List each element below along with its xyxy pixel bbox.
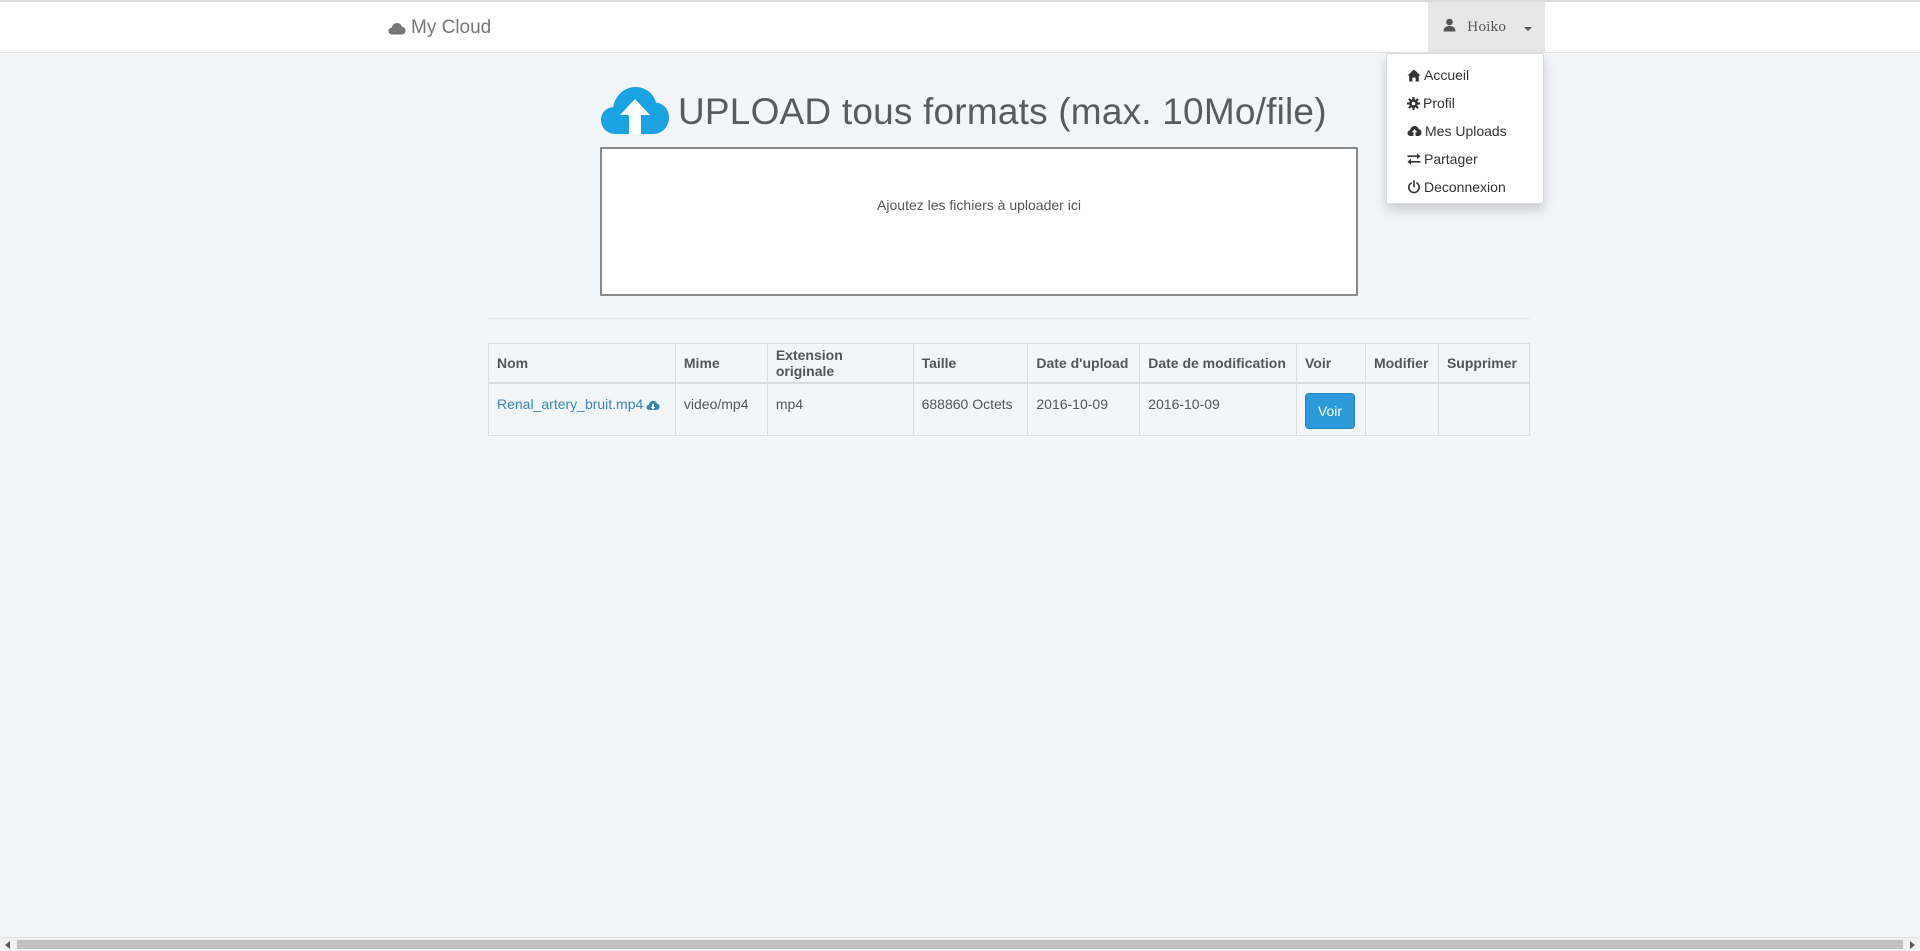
gear-icon [1407, 96, 1420, 110]
top-navbar: My Cloud Hoiko [0, 0, 1920, 53]
menu-item-partager[interactable]: Partager [1387, 145, 1543, 173]
scroll-left-arrow-icon[interactable] [5, 941, 10, 949]
menu-item-mes-uploads[interactable]: Mes Uploads [1387, 117, 1543, 145]
user-menu-toggle[interactable]: Hoiko [1428, 2, 1545, 53]
cell-delete [1437, 382, 1531, 436]
cloud-download-icon[interactable] [646, 398, 660, 414]
cell-view: Voir [1295, 382, 1366, 436]
column-header-date-modification: Date de modification [1139, 343, 1297, 384]
table-header-row: Nom Mime Extension originale Taille Date… [488, 343, 1531, 384]
cell-name: Renal_artery_bruit.mp4 [488, 382, 676, 436]
user-name: Hoiko [1467, 20, 1507, 35]
scrollbar-thumb[interactable] [17, 940, 1903, 949]
files-table: Nom Mime Extension originale Taille Date… [488, 343, 1531, 436]
file-name-link[interactable]: Renal_artery_bruit.mp4 [497, 396, 643, 412]
user-dropdown-menu: Accueil Profil Mes Uploads Partager Deco… [1386, 53, 1544, 204]
cell-extension: mp4 [766, 382, 914, 436]
column-header-supprimer: Supprimer [1437, 343, 1531, 384]
home-icon [1407, 69, 1421, 82]
upload-title: UPLOAD tous formats (max. 10Mo/file) [678, 91, 1327, 132]
menu-item-label: Mes Uploads [1425, 123, 1507, 139]
cell-size: 688860 Octets [912, 382, 1029, 436]
menu-item-accueil[interactable]: Accueil [1387, 61, 1543, 89]
brand-link[interactable]: My Cloud [388, 16, 491, 40]
menu-item-deconnexion[interactable]: Deconnexion [1387, 173, 1543, 201]
section-divider [488, 318, 1530, 319]
horizontal-scrollbar[interactable] [0, 937, 1920, 951]
column-header-voir: Voir [1295, 343, 1366, 384]
cloud-icon [388, 22, 406, 35]
cell-mime: video/mp4 [674, 382, 768, 436]
user-icon [1443, 18, 1456, 37]
menu-item-label: Profil [1423, 95, 1455, 111]
column-header-nom: Nom [488, 343, 676, 384]
column-header-date-upload: Date d'upload [1027, 343, 1141, 384]
scroll-right-arrow-icon[interactable] [1910, 941, 1915, 949]
power-icon [1407, 180, 1421, 194]
cloud-upload-icon [1407, 125, 1422, 137]
table-row: Renal_artery_bruit.mp4 video/mp4 mp4 688… [488, 382, 1531, 436]
menu-item-label: Deconnexion [1424, 179, 1506, 195]
column-header-extension: Extension originale [766, 343, 914, 384]
column-header-mime: Mime [674, 343, 768, 384]
cloud-upload-icon [600, 85, 670, 140]
caret-down-icon [1524, 26, 1533, 31]
cell-upload-date: 2016-10-09 [1027, 382, 1141, 436]
brand-label: My Cloud [411, 17, 492, 38]
cell-edit [1364, 382, 1439, 436]
column-header-modifier: Modifier [1364, 343, 1439, 384]
dropzone-message: Ajoutez les fichiers à uploader ici [877, 197, 1081, 213]
view-button[interactable]: Voir [1304, 392, 1355, 429]
menu-item-label: Partager [1424, 151, 1478, 167]
upload-heading: UPLOAD tous formats (max. 10Mo/file) [600, 84, 1327, 140]
transfer-icon [1407, 153, 1421, 165]
file-dropzone[interactable]: Ajoutez les fichiers à uploader ici [600, 147, 1358, 296]
menu-item-label: Accueil [1424, 67, 1470, 83]
menu-item-profil[interactable]: Profil [1387, 89, 1543, 117]
cell-modified-date: 2016-10-09 [1139, 382, 1297, 436]
column-header-taille: Taille [912, 343, 1029, 384]
